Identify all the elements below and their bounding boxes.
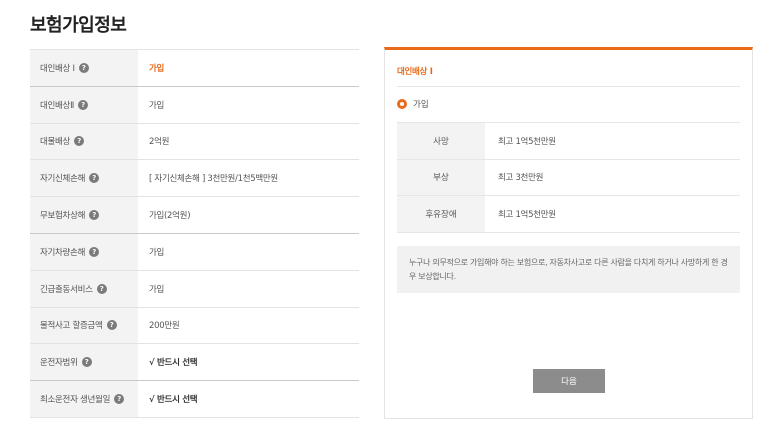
coverage-row-own-vehicle[interactable]: 자기차량손해? 가입 <box>30 233 359 271</box>
radio-selected-icon[interactable] <box>397 99 407 109</box>
coverage-value: √ 반드시 선택 <box>149 358 198 369</box>
coverage-label: 무보험차상해 <box>40 211 86 222</box>
coverage-label: 자기신체손해 <box>40 174 86 185</box>
coverage-row-bodily-injury-2[interactable]: 대인배상Ⅱ? 가입 <box>30 86 359 124</box>
limit-value: 최고 3천만원 <box>498 173 544 184</box>
coverage-detail-panel: 대인배상 I 가입 사망 최고 1억5천만원 부상 최고 3천만원 후유장애 최… <box>384 47 753 419</box>
coverage-row-property-damage[interactable]: 대물배상? 2억원 <box>30 123 359 161</box>
coverage-label: 대물배상 <box>40 137 71 148</box>
help-icon[interactable]: ? <box>74 136 85 147</box>
detail-title: 대인배상 I <box>397 67 433 77</box>
help-icon[interactable]: ? <box>89 246 100 257</box>
coverage-row-uninsured-motorist[interactable]: 무보험차상해? 가입(2억원) <box>30 197 359 234</box>
help-icon[interactable]: ? <box>78 62 89 73</box>
help-icon[interactable]: ? <box>89 173 100 184</box>
limit-table: 사망 최고 1억5천만원 부상 최고 3천만원 후유장애 최고 1억5천만원 <box>397 122 740 233</box>
coverage-label: 물적사고 할증금액 <box>40 321 103 332</box>
help-icon[interactable]: ? <box>81 357 92 368</box>
help-icon[interactable]: ? <box>106 320 117 331</box>
limit-label: 사망 <box>397 123 485 159</box>
limit-value: 최고 1억5천만원 <box>498 209 556 220</box>
limit-row: 후유장애 최고 1억5천만원 <box>397 196 740 233</box>
coverage-value: 2억원 <box>149 137 170 148</box>
limit-label: 부상 <box>397 159 485 195</box>
limit-label: 후유장애 <box>397 196 485 232</box>
help-icon[interactable]: ? <box>77 99 88 110</box>
join-option-label: 가입 <box>413 100 429 110</box>
coverage-row-bodily-injury-1[interactable]: 대인배상 I? 가입 <box>30 50 359 87</box>
limit-row: 사망 최고 1억5천만원 <box>397 123 740 160</box>
coverage-row-min-driver-birthdate[interactable]: 최소운전자 생년월일? √ 반드시 선택 <box>30 381 359 418</box>
coverage-value: 가입 <box>149 63 165 74</box>
coverage-value: 가입(2억원) <box>149 211 191 222</box>
coverage-description: 누구나 의무적으로 가입해야 하는 보험으로, 자동차사고로 다른 사람을 다치… <box>397 246 740 293</box>
coverage-row-surcharge-amount[interactable]: 물적사고 할증금액? 200만원 <box>30 307 359 345</box>
coverage-value: 가입 <box>149 247 165 258</box>
coverage-label: 운전자범위 <box>40 358 78 369</box>
page-title: 보험가입정보 <box>30 15 127 36</box>
coverage-value: 200만원 <box>149 321 180 332</box>
divider <box>397 86 740 87</box>
help-icon[interactable]: ? <box>89 210 100 221</box>
coverage-label: 대인배상 I <box>40 63 75 74</box>
coverage-row-emergency-service[interactable]: 긴급출동서비스? 가입 <box>30 270 359 308</box>
limit-value: 최고 1억5천만원 <box>498 136 556 147</box>
coverage-row-self-injury[interactable]: 자기신체손해? [ 자기신체손해 ] 3천만원/1천5백만원 <box>30 160 359 198</box>
coverage-value: 가입 <box>149 100 165 111</box>
coverage-value: √ 반드시 선택 <box>149 395 198 406</box>
coverage-label: 긴급출동서비스 <box>40 284 93 295</box>
coverage-label: 대인배상Ⅱ <box>40 100 74 111</box>
coverage-row-driver-range[interactable]: 운전자범위? √ 반드시 선택 <box>30 344 359 382</box>
help-icon[interactable]: ? <box>96 283 107 294</box>
coverage-label: 자기차량손해 <box>40 247 86 258</box>
coverage-label: 최소운전자 생년월일 <box>40 395 111 406</box>
help-icon[interactable]: ? <box>114 394 125 405</box>
join-option[interactable]: 가입 <box>397 98 429 110</box>
next-button[interactable]: 다음 <box>533 369 605 393</box>
limit-row: 부상 최고 3천만원 <box>397 159 740 196</box>
coverage-value: 가입 <box>149 284 165 295</box>
coverage-table: 대인배상 I? 가입 대인배상Ⅱ? 가입 대물배상? 2억원 자기신체손해? [… <box>30 49 359 418</box>
coverage-value: [ 자기신체손해 ] 3천만원/1천5백만원 <box>149 174 278 185</box>
